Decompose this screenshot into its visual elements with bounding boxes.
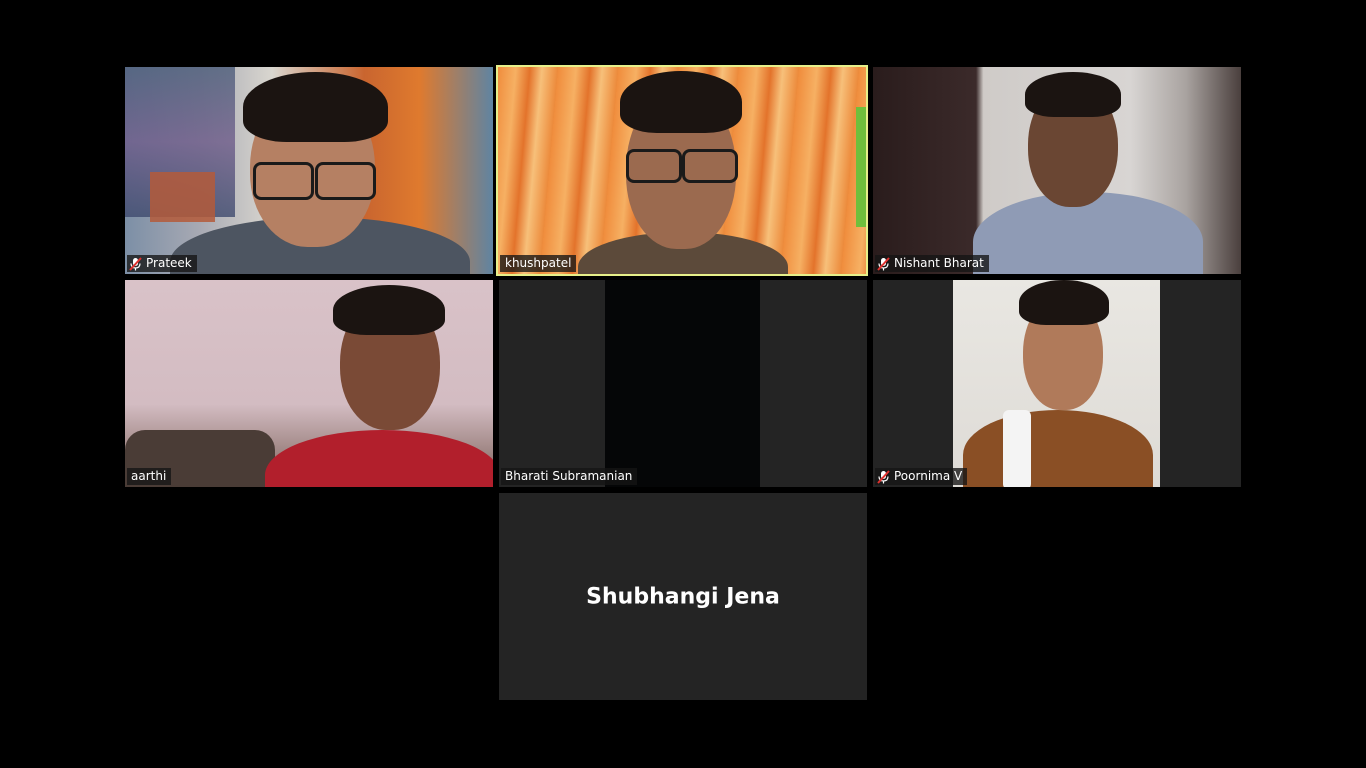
participant-tile-prateek[interactable]: Prateek xyxy=(125,67,493,274)
participant-tile-poornima-v[interactable]: Poornima V xyxy=(873,280,1241,487)
gallery-view: Prateek khushpatel Nishant Bharat aarthi… xyxy=(0,0,1366,768)
participant-video xyxy=(498,67,866,274)
participant-video xyxy=(499,280,867,487)
participant-tile-nishant-bharat[interactable]: Nishant Bharat xyxy=(873,67,1241,274)
participant-name: Prateek xyxy=(146,256,192,270)
participant-name: Poornima V xyxy=(894,469,963,483)
participant-tile-aarthi[interactable]: aarthi xyxy=(125,280,493,487)
participant-name-large: Shubhangi Jena xyxy=(586,584,780,609)
participant-video xyxy=(125,67,493,274)
participant-nameplate: aarthi xyxy=(127,468,172,485)
participant-name: Nishant Bharat xyxy=(894,256,984,270)
participant-tile-khushpatel[interactable]: khushpatel xyxy=(496,65,868,276)
participant-video xyxy=(125,280,493,487)
participant-nameplate: khushpatel xyxy=(500,255,577,272)
participant-tile-bharati-subramanian[interactable]: Bharati Subramanian xyxy=(499,280,867,487)
microphone-muted-icon xyxy=(877,256,890,271)
participant-tile-shubhangi-jena[interactable]: Shubhangi Jena xyxy=(499,493,867,700)
participant-video xyxy=(873,280,1241,487)
participant-name: Bharati Subramanian xyxy=(505,469,633,483)
participant-video xyxy=(873,67,1241,274)
participant-nameplate: Bharati Subramanian xyxy=(501,468,638,485)
participant-name: aarthi xyxy=(131,469,167,483)
participant-nameplate: Poornima V xyxy=(875,468,968,485)
microphone-muted-icon xyxy=(877,469,890,484)
participant-nameplate: Nishant Bharat xyxy=(875,255,989,272)
microphone-muted-icon xyxy=(129,256,142,271)
participant-nameplate: Prateek xyxy=(127,255,197,272)
participant-name: khushpatel xyxy=(505,256,572,270)
